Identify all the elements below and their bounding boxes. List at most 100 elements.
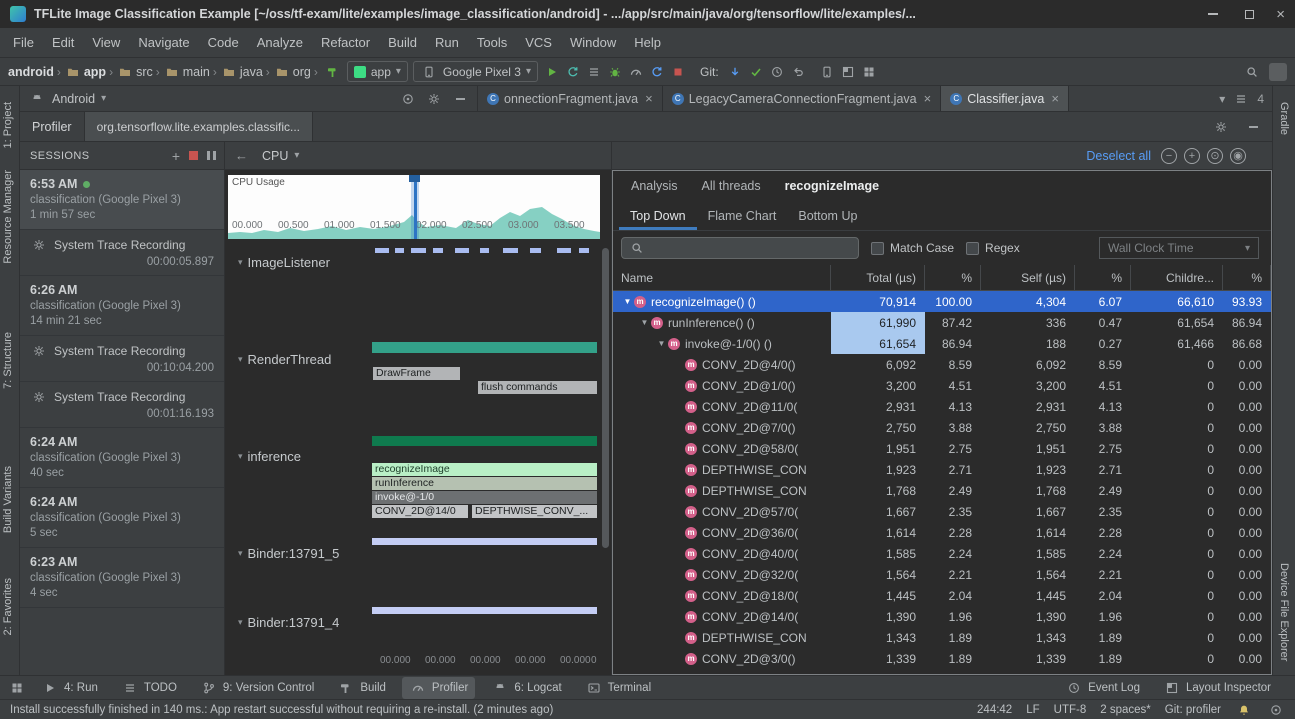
breadcrumb-item[interactable]: java xyxy=(240,65,263,79)
column-header[interactable]: % xyxy=(1075,265,1131,290)
zoom-in-button[interactable]: + xyxy=(1184,148,1200,164)
status-widget[interactable]: 244:42 xyxy=(977,704,1012,716)
git-update-button[interactable] xyxy=(726,63,744,81)
analysis-subtab[interactable]: Top Down xyxy=(619,201,697,230)
trace-event-chip[interactable]: runInference xyxy=(372,477,597,490)
table-row[interactable]: mCONV_2D@7/0()2,7503.882,7503.8800.00 xyxy=(613,417,1271,438)
git-history-button[interactable] xyxy=(768,63,786,81)
status-widget[interactable]: 2 spaces* xyxy=(1100,704,1151,716)
collapse-arrow-icon[interactable]: ▾ xyxy=(238,257,243,268)
menu-item-tools[interactable]: Tools xyxy=(468,32,516,53)
profile-avatar[interactable] xyxy=(1269,63,1287,81)
table-row[interactable]: mDEPTHWISE_CON1,3431.891,3431.8900.00 xyxy=(613,627,1271,648)
thread-state-bar[interactable] xyxy=(372,436,597,446)
expand-arrow-icon[interactable]: ▼ xyxy=(655,339,668,348)
search-everywhere-button[interactable] xyxy=(1243,63,1261,81)
tool-window-button[interactable]: 4: Run xyxy=(34,677,105,699)
recording-item[interactable]: System Trace Recording00:10:04.200 xyxy=(20,336,224,382)
project-view-selector[interactable]: Android xyxy=(52,92,95,106)
column-header[interactable]: % xyxy=(1223,265,1271,290)
session-item[interactable]: 6:26 AMclassification (Google Pixel 3)14… xyxy=(20,276,224,336)
session-item[interactable]: 6:24 AMclassification (Google Pixel 3)40… xyxy=(20,428,224,488)
status-widget[interactable]: Git: profiler xyxy=(1165,704,1221,716)
table-row[interactable]: mCONV_2D@58/0(1,9512.751,9512.7500.00 xyxy=(613,438,1271,459)
collapse-arrow-icon[interactable]: ▾ xyxy=(238,451,243,462)
tab-list-icon[interactable] xyxy=(1232,90,1250,108)
match-case-checkbox[interactable]: Match Case xyxy=(871,241,954,255)
tool-stripe-button[interactable]: Device File Explorer xyxy=(1278,563,1290,661)
close-tab-icon[interactable]: × xyxy=(924,91,932,106)
table-row[interactable]: ▼mrecognizeImage() ()70,914100.004,3046.… xyxy=(613,291,1271,312)
thread-label[interactable]: ▾ImageListener xyxy=(238,255,330,270)
trace-event-chip[interactable]: invoke@-1/0 xyxy=(372,491,597,504)
column-header[interactable]: % xyxy=(925,265,981,290)
selection-handle[interactable] xyxy=(409,175,420,182)
analysis-tab[interactable]: Analysis xyxy=(619,179,690,193)
status-widget[interactable]: LF xyxy=(1026,704,1039,716)
status-widget[interactable]: UTF-8 xyxy=(1054,704,1087,716)
menu-item-file[interactable]: File xyxy=(4,32,43,53)
zoom-out-button[interactable]: − xyxy=(1161,148,1177,164)
menu-item-vcs[interactable]: VCS xyxy=(516,32,561,53)
breadcrumb-item[interactable]: src xyxy=(136,65,153,79)
hide-panel-icon[interactable] xyxy=(451,90,469,108)
table-row[interactable]: mCONV_2D@57/0(1,6672.351,6672.3500.00 xyxy=(613,501,1271,522)
menu-item-edit[interactable]: Edit xyxy=(43,32,83,53)
menu-item-analyze[interactable]: Analyze xyxy=(248,32,312,53)
stop-session-icon[interactable] xyxy=(189,151,198,160)
breadcrumb-item[interactable]: android xyxy=(8,65,54,79)
thread-state-bar[interactable] xyxy=(372,607,597,614)
collapse-arrow-icon[interactable]: ▾ xyxy=(238,354,243,365)
gear-icon[interactable] xyxy=(1212,118,1230,136)
recording-item[interactable]: System Trace Recording00:00:05.897 xyxy=(20,230,224,276)
editor-tab[interactable]: CClassifier.java× xyxy=(941,86,1069,111)
column-header[interactable]: Childre... xyxy=(1131,265,1223,290)
debug-button[interactable] xyxy=(606,63,624,81)
thread-label[interactable]: ▾RenderThread xyxy=(238,352,331,367)
tool-stripe-button[interactable]: Gradle xyxy=(1278,102,1290,135)
status-message[interactable]: Install successfully finished in 140 ms.… xyxy=(10,704,553,716)
clock-type-select[interactable]: Wall Clock Time ▾ xyxy=(1099,237,1259,259)
tool-stripe-button[interactable]: Resource Manager xyxy=(2,170,14,264)
git-commit-button[interactable] xyxy=(747,63,765,81)
session-item[interactable]: 6:23 AMclassification (Google Pixel 3)4 … xyxy=(20,548,224,608)
menu-item-build[interactable]: Build xyxy=(379,32,426,53)
close-button[interactable]: × xyxy=(1276,7,1285,22)
table-row[interactable]: mCONV_2D@3/0()1,3391.891,3391.8900.00 xyxy=(613,648,1271,669)
metric-select[interactable]: CPU ▾ xyxy=(262,149,299,163)
table-row[interactable]: ▼minvoke@-1/0() ()61,65486.941880.2761,4… xyxy=(613,333,1271,354)
menu-item-help[interactable]: Help xyxy=(625,32,670,53)
table-row[interactable]: mCONV_2D@32/0(1,5642.211,5642.2100.00 xyxy=(613,564,1271,585)
device-mirror-button[interactable] xyxy=(860,63,878,81)
trace-event-chip[interactable]: DrawFrame xyxy=(373,367,460,380)
chevron-down-icon[interactable]: ▾ xyxy=(1219,92,1225,106)
collapse-arrow-icon[interactable]: ▾ xyxy=(238,548,243,559)
trace-event-chip[interactable]: recognizeImage xyxy=(372,463,597,476)
cpu-usage-chart[interactable]: CPU Usage 00.00000.50001.00001.50002.000… xyxy=(228,175,600,239)
minimize-button[interactable] xyxy=(1204,5,1222,23)
tool-stripe-button[interactable]: 2: Favorites xyxy=(2,578,14,635)
menu-item-view[interactable]: View xyxy=(83,32,129,53)
tool-window-button[interactable]: Event Log xyxy=(1058,677,1147,699)
table-row[interactable]: mCONV_2D@36/0(1,6142.281,6142.2800.00 xyxy=(613,522,1271,543)
timeline-scrollbar[interactable] xyxy=(602,248,609,548)
search-box[interactable] xyxy=(621,237,859,259)
device-manager-button[interactable] xyxy=(818,63,836,81)
thread-label[interactable]: ▾Binder:13791_4 xyxy=(238,615,339,630)
table-row[interactable]: mCONV_2D@14/0(1,3901.961,3901.9600.00 xyxy=(613,606,1271,627)
run-button[interactable] xyxy=(543,63,561,81)
table-row[interactable]: mCONV_2D@11/0(2,9314.132,9314.1300.00 xyxy=(613,396,1271,417)
apply-changes-button[interactable] xyxy=(564,63,582,81)
table-row[interactable]: mDEPTHWISE_CON1,7682.491,7682.4900.00 xyxy=(613,480,1271,501)
collapse-sessions-icon[interactable]: ← xyxy=(235,148,248,163)
analysis-tab[interactable]: All threads xyxy=(690,179,773,193)
trace-event-chip[interactable]: flush commands xyxy=(478,381,597,394)
tool-window-button[interactable]: TODO xyxy=(114,677,184,699)
session-item[interactable]: 6:53 AMclassification (Google Pixel 3)1 … xyxy=(20,170,224,230)
tool-stripe-button[interactable]: Build Variants xyxy=(2,466,14,533)
table-row[interactable]: mCONV_2D@18/0(1,4452.041,4452.0400.00 xyxy=(613,585,1271,606)
thread-state-bar[interactable] xyxy=(372,538,597,545)
trace-event-chip[interactable]: CONV_2D@14/0 xyxy=(372,505,468,518)
device-select[interactable]: Google Pixel 3 ▾ xyxy=(413,61,538,82)
menu-item-refactor[interactable]: Refactor xyxy=(312,32,379,53)
